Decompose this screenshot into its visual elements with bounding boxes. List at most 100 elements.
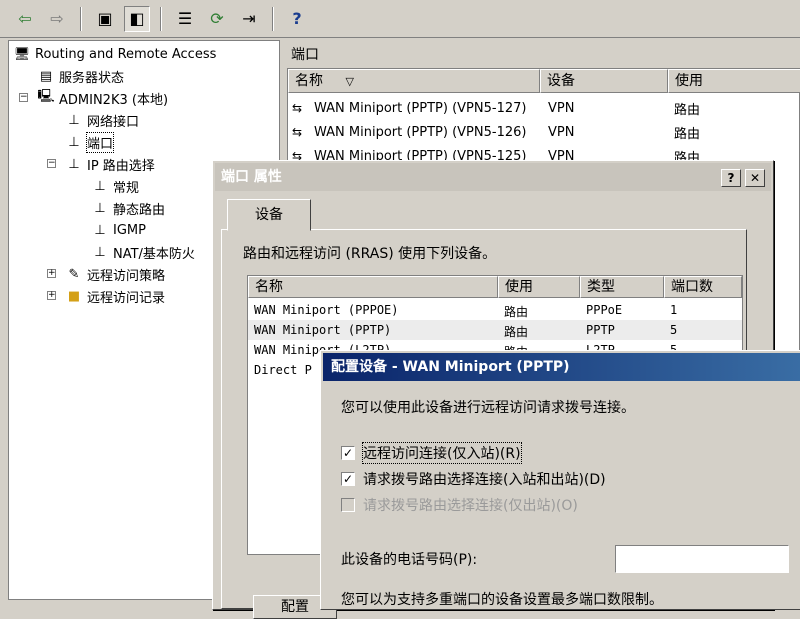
column-header-used-by[interactable]: 使用	[498, 276, 580, 298]
dialog-intro: 您可以使用此设备进行远程访问请求拨号连接。	[341, 400, 635, 416]
device-type: PPPoE	[586, 303, 623, 317]
policy-icon: ✎	[68, 266, 80, 282]
column-header-type[interactable]: 类型	[580, 276, 664, 298]
table-row[interactable]: WAN Miniport (PPTP) 路由 PPTP 5	[248, 320, 742, 340]
demand-dial-checkbox[interactable]: ✓ 请求拨号路由选择连接(入站和出站)(D)	[341, 469, 606, 489]
show-tree-icon[interactable]: ◧	[124, 5, 150, 32]
toolbar-separator	[272, 6, 274, 31]
device-ports: 5	[670, 323, 678, 337]
outbound-only-checkbox[interactable]: 请求拨号路由选择连接(仅出站)(O)	[341, 495, 578, 515]
tree-item-label: 静态路由	[113, 202, 166, 218]
tree-item-label: IP 路由选择	[87, 158, 155, 174]
tree-item-label: Routing and Remote Access	[35, 46, 217, 62]
device-name: WAN Miniport (PPPOE)	[254, 303, 399, 317]
static-routes-icon: ⊥	[94, 200, 106, 216]
help-icon[interactable]: ?	[284, 6, 310, 32]
configure-device-dialog: 配置设备 - WAN Miniport (PPTP) 您可以使用此设备进行远程访…	[320, 350, 800, 610]
dialog-title: 配置设备 - WAN Miniport (PPTP)	[331, 359, 570, 375]
port-icon: ⇆	[292, 125, 303, 139]
network-interface-icon: ⊥	[68, 112, 80, 128]
sort-arrow-icon: ▽	[345, 75, 354, 88]
tree-item-label: 服务器状态	[59, 70, 125, 86]
tree-item-general[interactable]: ⊥ 常规	[91, 175, 139, 197]
tree-item-remote-policies[interactable]: ✎ 远程访问策略	[65, 263, 165, 285]
dialog-title-bar[interactable]: 配置设备 - WAN Miniport (PPTP)	[323, 353, 800, 381]
port-icon: ⇆	[292, 101, 303, 115]
tree-item-static-routes[interactable]: ⊥ 静态路由	[91, 197, 165, 219]
expand-toggle[interactable]: +	[47, 291, 56, 300]
dialog-title: 端口 属性	[221, 169, 282, 185]
back-icon[interactable]: ⇦	[12, 6, 38, 32]
igmp-icon: ⊥	[94, 222, 106, 238]
device-used-by: 路由	[504, 325, 529, 339]
tree-item-root[interactable]: 🖥 Routing and Remote Access	[13, 43, 217, 65]
port-used-by: 路由	[674, 126, 701, 142]
table-row[interactable]: WAN Miniport (PPPOE) 路由 PPPoE 1	[248, 300, 742, 320]
tree-item-nat[interactable]: ⊥ NAT/基本防火	[91, 241, 195, 263]
tree-item-label: NAT/基本防火	[113, 246, 195, 262]
ports-icon: ⊥	[68, 134, 80, 150]
collapse-toggle[interactable]: −	[47, 159, 56, 168]
nat-icon: ⊥	[94, 244, 106, 260]
checkbox-box[interactable]	[341, 498, 355, 512]
inbound-only-checkbox[interactable]: ✓ 远程访问连接(仅入站)(R)	[341, 442, 522, 464]
table-row[interactable]: ⇆ WAN Miniport (PPTP) (VPN5-127) VPN 路由	[288, 97, 799, 119]
checkbox-box[interactable]: ✓	[341, 446, 355, 460]
ip-routing-icon: ⊥	[68, 156, 80, 172]
checkbox-label: 请求拨号路由选择连接(入站和出站)(D)	[363, 472, 606, 488]
port-device: VPN	[548, 124, 575, 140]
port-name: WAN Miniport (PPTP) (VPN5-126)	[314, 124, 527, 140]
tree-item-ports[interactable]: ⊥ 端口	[65, 131, 115, 153]
column-header-name[interactable]: 名称 ▽	[288, 69, 540, 93]
device-name: Direct P	[254, 363, 312, 377]
up-folder-icon[interactable]: ▣	[92, 6, 118, 32]
tree-item-label: 网络接口	[87, 114, 140, 130]
bottom-description: 您可以为支持多重端口的设备设置最多端口数限制。	[341, 592, 663, 608]
toolbar: ⇦ ⇨ ▣ ◧ ☰ ⟳ ⇥ ?	[0, 0, 800, 38]
column-header-used-by[interactable]: 使用	[668, 69, 800, 93]
tree-item-server-status[interactable]: ▤ 服务器状态	[37, 65, 124, 87]
checkbox-label: 远程访问连接(仅入站)(R)	[362, 442, 522, 464]
tree-item-server[interactable]: 🖳 ADMIN2K3 (本地)	[37, 87, 168, 109]
dialog-title-bar[interactable]: 端口 属性 ? ✕	[215, 163, 771, 191]
help-button[interactable]: ?	[721, 169, 741, 187]
server-icon: 🖳	[37, 89, 55, 104]
table-row[interactable]: ⇆ WAN Miniport (PPTP) (VPN5-126) VPN 路由	[288, 121, 799, 143]
folder-icon: ■	[67, 288, 81, 304]
collapse-toggle[interactable]: −	[19, 93, 28, 102]
expand-toggle[interactable]: +	[47, 269, 56, 278]
tab-devices[interactable]: 设备	[227, 199, 311, 231]
port-used-by: 路由	[674, 102, 701, 118]
tree-item-label: 常规	[113, 180, 140, 196]
properties-icon[interactable]: ☰	[172, 6, 198, 32]
phone-label: 此设备的电话号码(P):	[341, 552, 478, 568]
tree-item-igmp[interactable]: ⊥ IGMP	[91, 219, 146, 241]
device-name: WAN Miniport (PPTP)	[254, 323, 392, 337]
phone-number-input[interactable]	[615, 545, 789, 573]
checkbox-label: 请求拨号路由选择连接(仅出站)(O)	[363, 498, 578, 514]
tree-item-ip-routing[interactable]: ⊥ IP 路由选择	[65, 153, 155, 175]
forward-icon[interactable]: ⇨	[44, 6, 70, 32]
port-device: VPN	[548, 100, 575, 116]
dialog-description: 路由和远程访问 (RRAS) 使用下列设备。	[243, 246, 497, 262]
server-status-icon: ▤	[39, 68, 53, 84]
pane-title: 端口	[291, 47, 319, 63]
server-rras-icon: 🖥	[13, 46, 31, 62]
export-icon[interactable]: ⇥	[236, 6, 262, 32]
close-button[interactable]: ✕	[745, 169, 765, 187]
tree-item-remote-logging[interactable]: ■ 远程访问记录	[65, 285, 165, 307]
column-header-device[interactable]: 设备	[540, 69, 668, 93]
refresh-icon[interactable]: ⟳	[204, 6, 230, 32]
column-header-name[interactable]: 名称	[248, 276, 498, 298]
device-type: PPTP	[586, 323, 615, 337]
tree-item-network-interfaces[interactable]: ⊥ 网络接口	[65, 109, 139, 131]
toolbar-separator	[80, 6, 82, 31]
toolbar-separator	[160, 6, 162, 31]
tree-item-label: ADMIN2K3 (本地)	[59, 92, 169, 108]
column-header-ports[interactable]: 端口数	[664, 276, 742, 298]
tree-item-label: 远程访问策略	[87, 268, 166, 284]
port-name: WAN Miniport (PPTP) (VPN5-127)	[314, 100, 527, 116]
tree-item-label: 端口	[85, 131, 115, 153]
checkbox-box[interactable]: ✓	[341, 472, 355, 486]
tree-item-label: IGMP	[113, 222, 146, 238]
